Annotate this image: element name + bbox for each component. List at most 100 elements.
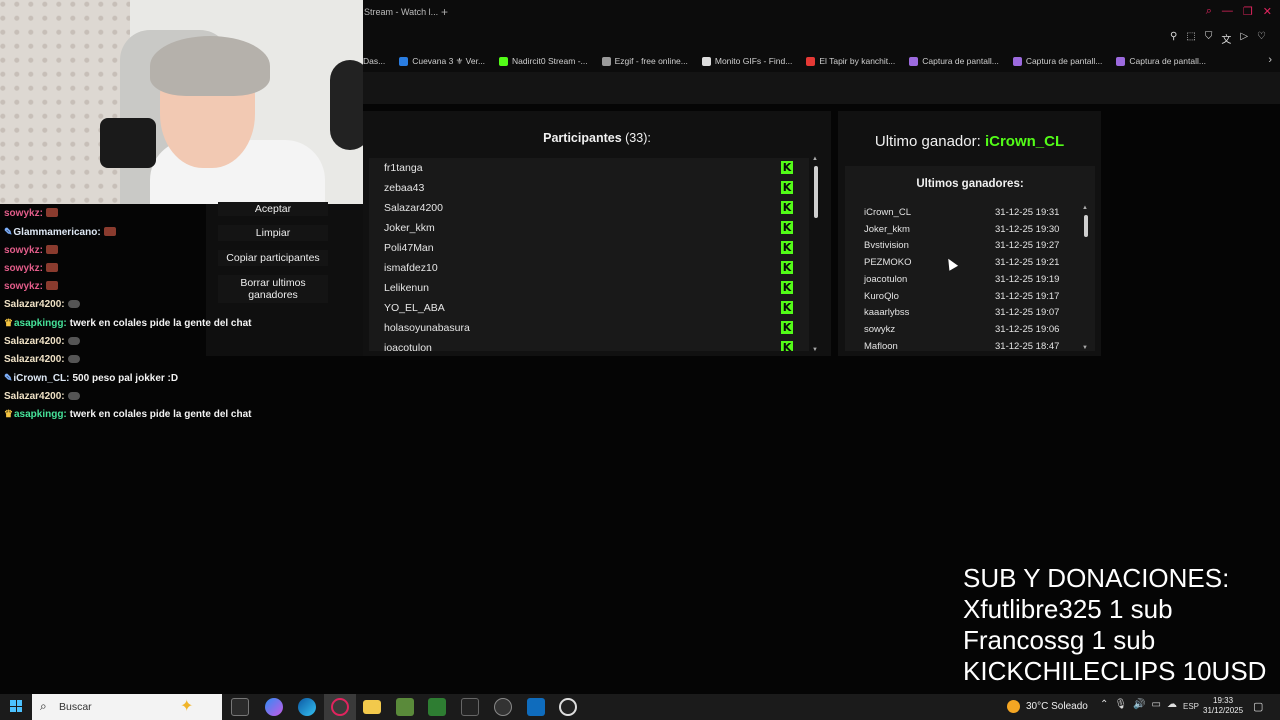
scroll-thumb[interactable]	[1084, 215, 1088, 237]
onedrive-icon[interactable]: ☁	[1167, 699, 1177, 710]
winners-list[interactable]: Ultimos ganadores: iCrown_CL 31-12-25 19:…	[845, 166, 1095, 351]
store-icon[interactable]	[527, 698, 545, 716]
scroll-up-icon[interactable]: ▲	[812, 156, 818, 162]
bookmark-item[interactable]: Captura de pantall...	[1012, 56, 1102, 66]
kick-logo-icon: K	[781, 181, 793, 194]
screenshot-icon[interactable]: ⬚	[1186, 31, 1195, 46]
clear-button[interactable]: Limpiar	[218, 225, 328, 241]
task-view-icon[interactable]	[231, 698, 249, 716]
network-icon[interactable]: ▭	[1152, 699, 1161, 710]
app-icon[interactable]	[494, 698, 512, 716]
media-player-icon[interactable]	[559, 698, 577, 716]
translate-icon[interactable]: 文	[1221, 31, 1231, 46]
chat-username[interactable]: sowykz:	[4, 281, 43, 292]
participant-row[interactable]: joacotulon K	[369, 338, 809, 351]
kick-logo-icon: K	[781, 301, 793, 314]
scroll-down-icon[interactable]: ▼	[812, 347, 818, 353]
kick-logo-icon: K	[781, 281, 793, 294]
bookmark-item[interactable]: El Tapir by kanchit...	[806, 56, 895, 66]
chat-username[interactable]: iCrown_CL:	[13, 373, 69, 384]
kick-logo-icon: K	[781, 261, 793, 274]
bookmark-item[interactable]: Das...	[363, 56, 385, 66]
search-icon: ⌕	[40, 699, 47, 713]
winner-row: iCrown_CL 31-12-25 19:31	[864, 207, 1069, 223]
clock-time: 19:33	[1213, 696, 1234, 705]
bookmark-item[interactable]: Ezgif - free online...	[601, 56, 688, 66]
browser-toolbar: ⚲ ⬚ ⛉ 文 ▷ ♡	[363, 26, 1280, 50]
epic-games-icon[interactable]	[461, 698, 479, 716]
scroll-thumb[interactable]	[814, 166, 818, 218]
chat-emote-icon	[103, 227, 116, 236]
copilot-icon[interactable]	[265, 698, 283, 716]
participant-row[interactable]: Joker_kkm K	[369, 218, 809, 238]
close-icon[interactable]: ✕	[1263, 5, 1272, 18]
winners-scrollbar[interactable]: ▲ ▼	[1081, 205, 1091, 351]
winner-name: PEZMOKO	[864, 257, 912, 269]
scroll-up-icon[interactable]: ▲	[1082, 205, 1088, 211]
minimize-icon[interactable]: —	[1222, 5, 1233, 18]
edge-icon[interactable]	[298, 698, 316, 716]
file-explorer-icon[interactable]	[363, 700, 381, 714]
bookmark-item[interactable]: Captura de pantall...	[1116, 56, 1206, 66]
chat-emote-icon	[45, 245, 58, 254]
notifications-icon[interactable]: ▢	[1253, 700, 1263, 713]
microphone-icon[interactable]: 🎙	[1114, 699, 1127, 710]
bookmarks-more-icon[interactable]: ›	[1268, 54, 1272, 66]
minecraft-icon[interactable]	[396, 698, 414, 716]
weather-widget[interactable]: 30°C Soleado	[1007, 700, 1088, 713]
donation-line: Francossg 1 sub	[963, 625, 1156, 655]
taskbar-search[interactable]: ⌕ Buscar ✦	[32, 694, 222, 720]
chat-emote-icon	[45, 281, 58, 290]
accept-button[interactable]: Aceptar	[218, 202, 328, 216]
chat-username[interactable]: Salazar4200:	[4, 299, 65, 310]
chat-username[interactable]: Salazar4200:	[4, 391, 65, 402]
shield-icon[interactable]: ⛉	[1205, 31, 1213, 46]
participant-row[interactable]: ismafdez10 K	[369, 258, 809, 278]
bookmark-item[interactable]: Monito GIFs - Find...	[701, 56, 792, 66]
copy-participants-button[interactable]: Copiar participantes	[218, 250, 328, 266]
pin-icon[interactable]: ⚲	[1170, 31, 1177, 46]
clock[interactable]: 19:33 31/12/2025	[1203, 696, 1243, 716]
participant-row[interactable]: YO_EL_ABA K	[369, 298, 809, 318]
winner-date: 31-12-25 18:47	[995, 340, 1060, 351]
heart-icon[interactable]: ♡	[1257, 31, 1266, 46]
windows-start-icon[interactable]	[10, 700, 22, 712]
restore-icon[interactable]: ❐	[1243, 5, 1253, 18]
chat-username[interactable]: Salazar4200:	[4, 354, 65, 365]
participant-row[interactable]: holasoyunabasura K	[369, 318, 809, 338]
participant-row[interactable]: Salazar4200 K	[369, 198, 809, 218]
opera-gx-icon[interactable]	[331, 698, 349, 716]
chat-username[interactable]: sowykz:	[4, 245, 43, 256]
chat-username[interactable]: Salazar4200:	[4, 336, 65, 347]
browser-tab[interactable]: Stream - Watch l...	[364, 7, 438, 17]
chat-emote-icon	[67, 392, 80, 400]
sun-icon	[1007, 700, 1020, 713]
volume-icon[interactable]: 🔊	[1133, 699, 1145, 710]
language-indicator[interactable]: ESP	[1183, 702, 1199, 711]
bookmark-item[interactable]: Nadircit0 Stream -...	[499, 56, 588, 66]
participant-row[interactable]: Lelikenun K	[369, 278, 809, 298]
chat-username[interactable]: Glammamericano:	[13, 227, 100, 238]
scroll-down-icon[interactable]: ▼	[1082, 345, 1088, 351]
excel-like-icon[interactable]	[428, 698, 446, 716]
chat-username[interactable]: asapkingg:	[14, 409, 67, 420]
stream-screen: Stream - Watch l... + ⌕ — ❐ ✕ ⚲ ⬚ ⛉ 文 ▷ …	[0, 0, 1280, 720]
delete-winners-button[interactable]: Borrar ultimos ganadores	[218, 275, 328, 303]
chat-username[interactable]: sowykz:	[4, 208, 43, 219]
participant-row[interactable]: Poli47Man K	[369, 238, 809, 258]
winner-name: joacotulon	[864, 273, 908, 285]
bookmark-item[interactable]: Captura de pantall...	[909, 56, 999, 66]
bookmark-item[interactable]: Cuevana 3 ⚜ Ver...	[399, 56, 485, 67]
bookmark-favicon-icon	[1116, 56, 1126, 66]
chat-username[interactable]: asapkingg:	[14, 318, 67, 329]
search-icon[interactable]: ⌕	[1206, 5, 1212, 18]
participants-scrollbar[interactable]: ▲ ▼	[811, 156, 821, 353]
play-icon[interactable]: ▷	[1240, 31, 1248, 46]
new-tab-button[interactable]: +	[441, 5, 448, 19]
participants-list[interactable]: fr1tanga Kzebaa43 K Salazar4200 K Joker_kkm K P…	[369, 158, 809, 351]
winner-name: kaaarlybss	[864, 307, 910, 319]
chat-username[interactable]: sowykz:	[4, 263, 43, 274]
participant-row[interactable]: zebaa43 K	[369, 178, 809, 198]
participant-row[interactable]: fr1tanga K	[369, 158, 809, 178]
chevron-up-icon[interactable]: ⌃	[1100, 699, 1108, 710]
